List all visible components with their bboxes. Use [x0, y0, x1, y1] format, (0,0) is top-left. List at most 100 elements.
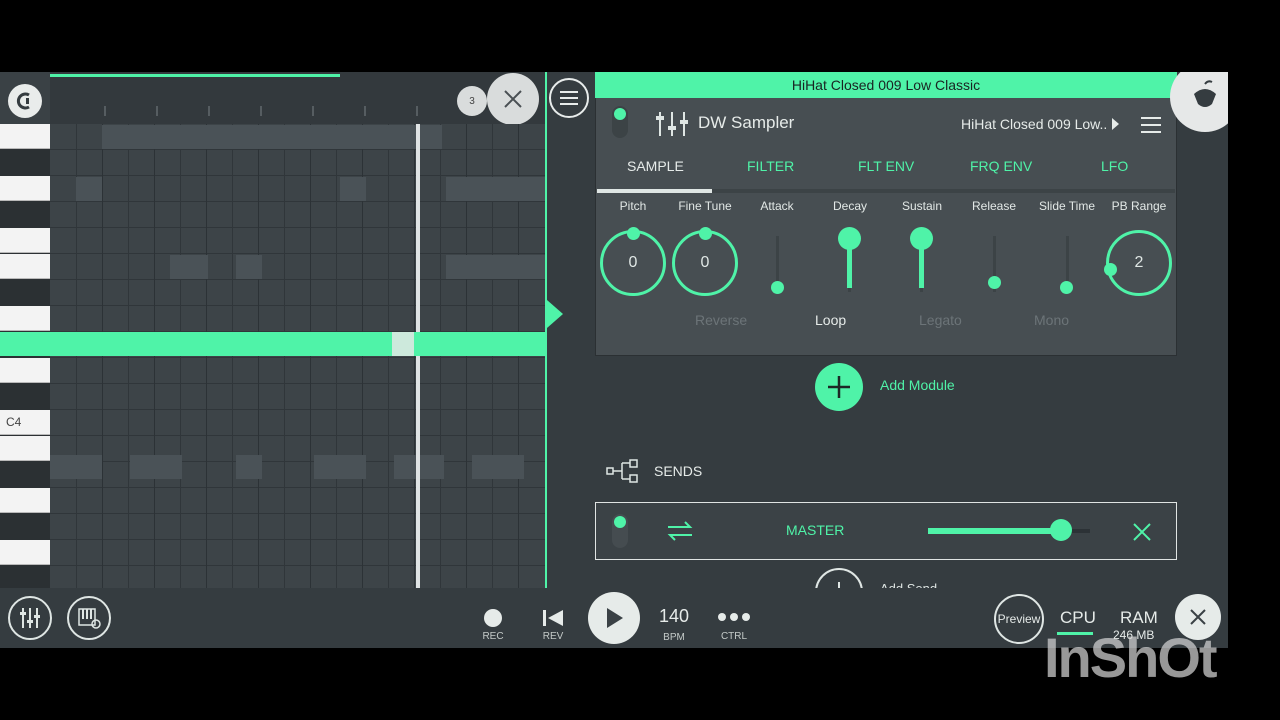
- remove-send-icon[interactable]: [1131, 521, 1153, 543]
- ghost-note: [102, 125, 442, 149]
- pattern-number-badge[interactable]: 3: [457, 86, 487, 116]
- grid-row: [50, 410, 546, 436]
- attack-slider-handle[interactable]: [771, 281, 784, 294]
- master-level-handle[interactable]: [1049, 519, 1072, 541]
- note-grid[interactable]: [50, 124, 546, 588]
- mono-toggle[interactable]: Mono: [1034, 312, 1069, 328]
- grid-line: [102, 124, 103, 588]
- piano-key[interactable]: [0, 228, 50, 253]
- bpm-value[interactable]: 140: [654, 606, 694, 627]
- app-logo-menu-button[interactable]: [8, 84, 42, 118]
- decay-slider-handle[interactable]: [838, 227, 861, 250]
- ghost-note: [76, 177, 102, 201]
- grid-row: [50, 488, 546, 514]
- tab-indicator-active: [597, 189, 712, 193]
- decay-label: Decay: [832, 199, 867, 213]
- mixer-button[interactable]: [8, 596, 52, 640]
- selected-note-row[interactable]: [0, 332, 546, 356]
- piano-key[interactable]: [0, 124, 50, 149]
- rewind-icon[interactable]: [542, 608, 564, 628]
- add-module-label[interactable]: Add Module: [880, 377, 955, 393]
- sends-routing-icon: [606, 459, 638, 483]
- more-dots-icon[interactable]: [717, 612, 751, 622]
- fine-tune-value: 0: [700, 254, 710, 271]
- piano-key[interactable]: [0, 514, 50, 539]
- piano-key[interactable]: [0, 280, 50, 305]
- release-label: Release: [971, 199, 1017, 213]
- piano-key[interactable]: [0, 306, 50, 331]
- sustain-slider-handle[interactable]: [910, 227, 933, 250]
- slide-time-slider-handle[interactable]: [1060, 281, 1073, 294]
- power-led: [614, 516, 626, 528]
- grid-line: [336, 124, 337, 588]
- piano-key[interactable]: [0, 384, 50, 409]
- fruit-logo-icon: [1194, 80, 1216, 107]
- piano-key[interactable]: [0, 176, 50, 201]
- piano-key-c4[interactable]: C4: [0, 410, 50, 435]
- play-button[interactable]: [588, 592, 640, 644]
- grid-row: [50, 280, 546, 306]
- playhead[interactable]: [416, 124, 420, 588]
- tab-lfo[interactable]: LFO: [1101, 158, 1128, 174]
- add-module-button[interactable]: [815, 363, 863, 411]
- piano-key[interactable]: [0, 254, 50, 279]
- master-send-power-toggle[interactable]: [612, 514, 628, 548]
- pb-range-value: 2: [1134, 254, 1144, 271]
- piano-settings-icon: [78, 608, 101, 629]
- piano-key[interactable]: [0, 462, 50, 487]
- reverse-toggle[interactable]: Reverse: [695, 312, 747, 328]
- loop-toggle[interactable]: Loop: [815, 312, 846, 328]
- piano-keyboard[interactable]: C4: [0, 124, 50, 588]
- record-button[interactable]: [484, 609, 502, 627]
- bpm-label: BPM: [663, 632, 685, 643]
- mixer-sliders-icon[interactable]: [656, 110, 688, 138]
- playhead-overlap: [392, 332, 414, 356]
- fl-fruit-logo-button[interactable]: [1170, 72, 1228, 132]
- grid-line: [284, 124, 285, 588]
- pitch-value: 0: [628, 254, 638, 271]
- rev-label: REV: [542, 631, 564, 642]
- ghost-note: [236, 455, 262, 479]
- ghost-note: [446, 255, 546, 279]
- piano-settings-button[interactable]: [67, 596, 111, 640]
- ghost-note: [236, 255, 262, 279]
- tab-sample[interactable]: SAMPLE: [627, 158, 684, 174]
- ruler-tick: [156, 106, 158, 116]
- pitch-label: Pitch: [619, 199, 647, 213]
- tab-frq-env[interactable]: FRQ ENV: [970, 158, 1032, 174]
- grid-line: [388, 124, 389, 588]
- sends-heading: SENDS: [654, 463, 703, 479]
- note-label: C4: [6, 415, 22, 429]
- grid-line: [180, 124, 181, 588]
- tab-flt-env[interactable]: FLT ENV: [858, 158, 914, 174]
- piano-key[interactable]: [0, 358, 50, 383]
- pb-range-knob-indicator: [1104, 263, 1117, 276]
- piano-key[interactable]: [0, 566, 50, 588]
- piano-key[interactable]: [0, 540, 50, 565]
- piano-key[interactable]: [0, 202, 50, 227]
- grid-row: [50, 384, 546, 410]
- piano-key[interactable]: [0, 436, 50, 461]
- sample-selector[interactable]: HiHat Closed 009 Low..: [961, 116, 1107, 132]
- ruler-tick: [416, 106, 418, 116]
- ghost-note: [50, 455, 102, 479]
- play-sample-icon[interactable]: [1112, 118, 1119, 130]
- piano-key[interactable]: [0, 488, 50, 513]
- plugin-power-toggle[interactable]: [612, 106, 628, 138]
- plugin-options-hamburger-icon[interactable]: [1140, 116, 1162, 134]
- tab-filter[interactable]: FILTER: [747, 158, 794, 174]
- release-slider-handle[interactable]: [988, 276, 1001, 289]
- collapse-arrow-icon[interactable]: [547, 300, 563, 328]
- mixer-icon: [20, 608, 40, 628]
- close-icon: [1190, 609, 1206, 625]
- close-roll-button[interactable]: [487, 73, 539, 125]
- preview-button[interactable]: Preview: [994, 594, 1044, 644]
- legato-toggle[interactable]: Legato: [919, 312, 962, 328]
- grid-row: [50, 306, 546, 332]
- plugin-menu-button[interactable]: [549, 78, 589, 118]
- swap-arrows-icon[interactable]: [666, 521, 694, 541]
- pb-range-knob[interactable]: 2: [1106, 230, 1172, 296]
- master-send-label: MASTER: [786, 522, 845, 538]
- grid-line: [232, 124, 233, 588]
- piano-key[interactable]: [0, 150, 50, 175]
